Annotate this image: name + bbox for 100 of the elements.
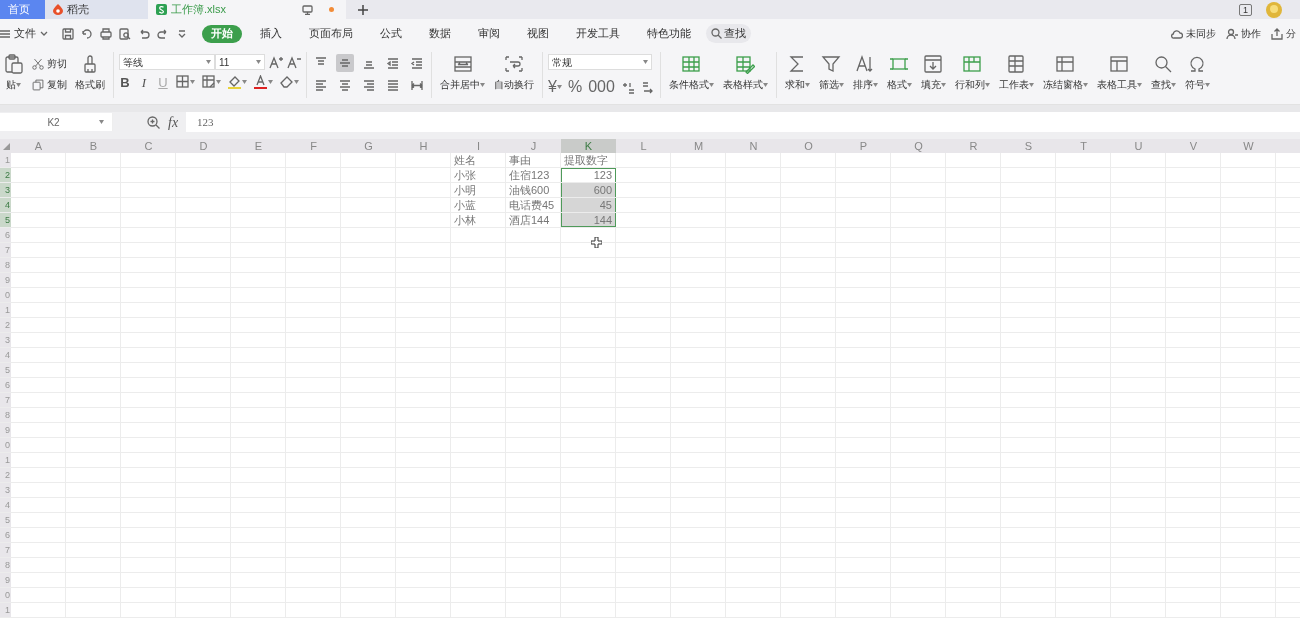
text-style-button[interactable]: U (157, 75, 169, 89)
cell-style-icon[interactable] (202, 75, 215, 89)
row-header[interactable]: 8 (0, 258, 11, 272)
row-header[interactable]: 2 (0, 468, 11, 482)
increase-font-icon[interactable] (269, 55, 283, 69)
row-header[interactable]: 1 (0, 453, 11, 467)
decrease-decimal-icon[interactable] (640, 80, 655, 94)
toolbar-button[interactable]: 未同步 (1171, 26, 1216, 41)
ribbon-tab[interactable]: 开始 (202, 24, 242, 43)
row-header[interactable]: 3 (0, 333, 11, 347)
column-header[interactable]: P (836, 139, 891, 153)
number-format-dropdown[interactable]: 常规 (548, 54, 652, 70)
row-header[interactable]: 7 (0, 393, 11, 407)
column-header[interactable]: N (726, 139, 781, 153)
function-label[interactable]: fx (168, 111, 179, 133)
ribbon-button[interactable]: 合并居中 (437, 52, 488, 92)
add-tab-icon[interactable] (357, 3, 369, 16)
row-header[interactable]: 4 (0, 498, 11, 512)
toolbar-button[interactable]: 分 (1271, 26, 1296, 41)
row-header[interactable]: 1 (0, 153, 11, 167)
row-header[interactable]: 5 (0, 513, 11, 527)
file-tab[interactable]: 工作簿.xlsx (148, 0, 346, 19)
undo-icon[interactable] (138, 27, 150, 40)
column-header[interactable]: I (451, 139, 506, 153)
row-header[interactable]: 1 (0, 603, 11, 617)
ribbon-button[interactable]: 工作表 (995, 52, 1037, 92)
zoom-icon[interactable] (147, 115, 160, 129)
ribbon-button[interactable]: 符号 (1181, 52, 1213, 92)
menu-icon[interactable] (0, 29, 10, 38)
borders-icon[interactable] (176, 75, 189, 89)
column-header[interactable]: L (616, 139, 671, 153)
row-header[interactable]: 2 (0, 318, 11, 332)
row-header[interactable]: 1 (0, 303, 11, 317)
row-header[interactable]: 9 (0, 573, 11, 587)
search-button[interactable]: 查找 (706, 24, 751, 43)
app-tab[interactable]: 稻壳 (45, 0, 148, 19)
row-header[interactable]: 9 (0, 423, 11, 437)
row-header[interactable]: 9 (0, 273, 11, 287)
align-button[interactable] (336, 54, 354, 72)
ribbon-button[interactable]: 查找 (1147, 52, 1179, 92)
ribbon-button[interactable]: 条件格式 (665, 52, 717, 92)
column-header[interactable]: V (1166, 139, 1221, 153)
row-header[interactable]: 0 (0, 588, 11, 602)
increase-decimal-icon[interactable] (620, 80, 635, 94)
column-header[interactable]: F (286, 139, 341, 153)
row-header[interactable]: 0 (0, 438, 11, 452)
font-name-dropdown[interactable]: 等线 (119, 54, 215, 70)
ribbon-button[interactable]: 自动换行 (491, 52, 537, 92)
column-header[interactable]: J (506, 139, 561, 153)
row-header[interactable]: 5 (0, 363, 11, 377)
ribbon-button[interactable]: 行和列 (951, 52, 993, 92)
ribbon-button[interactable]: 格式刷 (72, 52, 108, 92)
row-header[interactable]: 5 (0, 213, 11, 227)
column-header[interactable]: W (1221, 139, 1276, 153)
ribbon-tab[interactable]: 插入 (251, 24, 291, 43)
font-color-icon[interactable] (254, 75, 267, 89)
text-style-button[interactable]: B (119, 75, 131, 89)
column-header[interactable]: D (176, 139, 231, 153)
column-header[interactable]: A (11, 139, 66, 153)
ribbon-button[interactable]: 表格工具 (1093, 52, 1145, 92)
name-box[interactable]: K2 (0, 113, 113, 131)
number-format-button[interactable]: % (567, 75, 583, 99)
ribbon-tab[interactable]: 公式 (371, 24, 411, 43)
ribbon-button[interactable]: 填充 (917, 52, 949, 92)
print-preview-icon[interactable] (119, 27, 131, 40)
row-header[interactable]: 3 (0, 483, 11, 497)
row-header[interactable]: 2 (0, 168, 11, 182)
column-header[interactable]: K (561, 139, 616, 153)
column-header[interactable]: Q (891, 139, 946, 153)
row-header[interactable]: 4 (0, 198, 11, 212)
column-header[interactable]: B (66, 139, 121, 153)
column-header[interactable]: M (671, 139, 726, 153)
column-header[interactable]: T (1056, 139, 1111, 153)
text-style-button[interactable]: I (138, 75, 150, 89)
column-header[interactable]: R (946, 139, 1001, 153)
home-tab[interactable]: 首页 (0, 0, 45, 19)
column-header[interactable]: O (781, 139, 836, 153)
ribbon-tab[interactable]: 审阅 (469, 24, 509, 43)
row-header[interactable]: 8 (0, 408, 11, 422)
ribbon-button[interactable]: 贴 (0, 52, 26, 92)
window-count[interactable]: 1 (1239, 3, 1252, 16)
print-icon[interactable] (100, 27, 112, 40)
ribbon-button[interactable]: 求和 (781, 52, 813, 92)
number-format-button[interactable]: 000 (588, 75, 615, 99)
ribbon-tab[interactable]: 页面布局 (300, 24, 362, 43)
column-header[interactable]: S (1001, 139, 1056, 153)
row-header[interactable]: 6 (0, 528, 11, 542)
ribbon-tab[interactable]: 视图 (518, 24, 558, 43)
ribbon-tab[interactable]: 特色功能 (638, 24, 700, 43)
ribbon-button[interactable]: 冻结窗格 (1039, 52, 1091, 92)
ribbon-tab[interactable]: 数据 (420, 24, 460, 43)
save-icon[interactable] (62, 27, 74, 40)
column-header[interactable]: H (396, 139, 451, 153)
font-size-dropdown[interactable]: 11 (215, 54, 265, 70)
fill-color-icon[interactable] (228, 75, 241, 89)
row-header[interactable]: 3 (0, 183, 11, 197)
row-header[interactable]: 8 (0, 558, 11, 572)
row-header[interactable]: 0 (0, 288, 11, 302)
ribbon-button[interactable]: 表格样式 (719, 52, 771, 92)
row-header[interactable]: 7 (0, 543, 11, 557)
